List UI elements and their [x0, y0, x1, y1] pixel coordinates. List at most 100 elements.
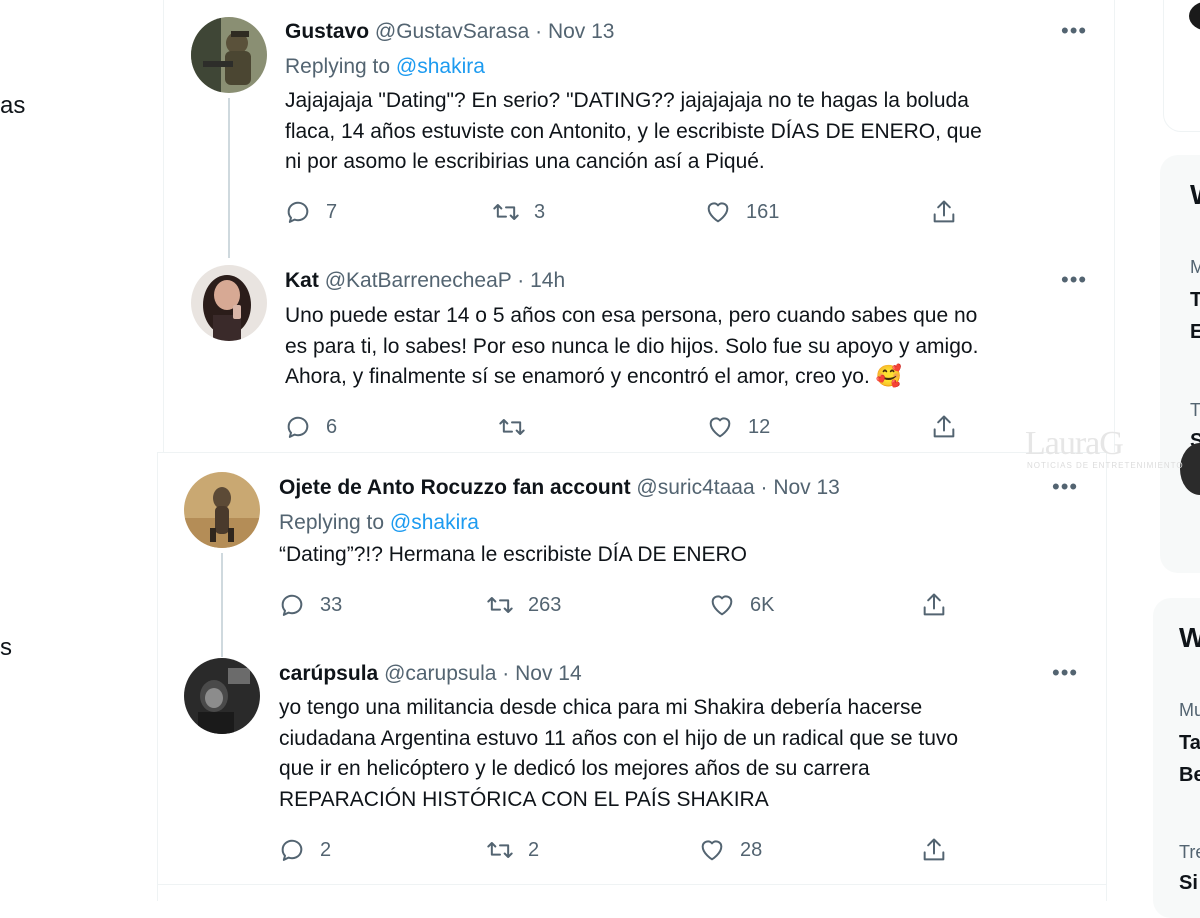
retweet-icon [493, 204, 519, 220]
tweet-text: Uno puede estar 14 o 5 años con esa pers… [285, 304, 979, 388]
reply-button[interactable]: 33 [278, 591, 342, 619]
retweet-icon [487, 597, 513, 613]
tweet-actions: 2 2 28 [278, 836, 1058, 866]
tweet-header: Ojete de Anto Rocuzzo fan account @suric… [279, 475, 840, 501]
card-heading: W [1179, 622, 1200, 653]
display-name[interactable]: carúpsula [279, 662, 378, 685]
reply-count: 2 [320, 838, 332, 861]
replying-to: Replying to @shakira [279, 511, 479, 534]
retweet-icon [499, 419, 525, 435]
tweet-text: yo tengo una militancia desde chica para… [279, 696, 959, 811]
retweet-count: 2 [528, 838, 540, 861]
tweet-timestamp[interactable]: 14h [530, 269, 565, 292]
reply-count: 7 [326, 200, 338, 223]
share-icon [933, 200, 955, 223]
tweet-timestamp[interactable]: Nov 13 [548, 20, 615, 43]
share-button[interactable] [920, 836, 948, 864]
thread-connector [228, 98, 230, 258]
sidebar-card-top [1163, 0, 1200, 132]
left-navigation: as s [0, 0, 160, 900]
avatar[interactable] [1189, 1, 1200, 31]
tweet[interactable]: Ojete de Anto Rocuzzo fan account @suric… [158, 453, 1106, 657]
heart-icon [709, 417, 731, 438]
retweet-button[interactable] [498, 413, 540, 441]
display-name[interactable]: Gustavo [285, 20, 369, 43]
retweet-button[interactable]: 2 [486, 836, 539, 864]
user-handle[interactable]: @suric4taaa [636, 476, 754, 499]
tweet-actions: 33 263 6K [278, 591, 1058, 621]
mention-link[interactable]: @shakira [390, 511, 479, 534]
avatar[interactable] [191, 265, 267, 341]
reply-icon [287, 201, 309, 223]
reply-icon [281, 594, 303, 616]
reply-button[interactable]: 7 [284, 198, 337, 226]
trend-title[interactable]: Be [1179, 764, 1200, 787]
separator-dot: · [517, 269, 525, 292]
display-name[interactable]: Ojete de Anto Rocuzzo fan account [279, 476, 631, 499]
tweet-timestamp[interactable]: Nov 13 [773, 476, 840, 499]
like-button[interactable]: 161 [704, 198, 779, 226]
tweet[interactable]: carúpsula @carupsula · Nov 14 ••• yo ten… [158, 653, 1106, 885]
user-handle[interactable]: @carupsula [384, 662, 496, 685]
like-count: 12 [748, 415, 771, 438]
reply-thread-1: Gustavo @GustavSarasa · Nov 13 ••• Reply… [163, 0, 1115, 452]
user-handle[interactable]: @KatBarrenecheaP [325, 269, 512, 292]
separator-dot: · [760, 476, 768, 499]
share-button[interactable] [930, 413, 958, 441]
heart-icon [711, 595, 733, 616]
trend-title[interactable]: Si [1179, 872, 1198, 895]
like-count: 161 [746, 200, 780, 223]
card-heading: W [1190, 179, 1200, 211]
retweet-button[interactable]: 3 [492, 198, 545, 226]
tweet-header: carúpsula @carupsula · Nov 14 [279, 661, 582, 687]
more-options-icon[interactable]: ••• [1061, 267, 1087, 293]
thread-connector [221, 553, 223, 657]
tweet-header: Kat @KatBarrenecheaP · 14h [285, 268, 565, 294]
tweet[interactable]: Kat @KatBarrenecheaP · 14h ••• Uno puede… [164, 255, 1114, 452]
share-button[interactable] [930, 198, 958, 226]
share-icon [923, 838, 945, 861]
retweet-button[interactable]: 263 [486, 591, 561, 619]
nav-item-fragment[interactable]: as [0, 92, 25, 120]
more-options-icon[interactable]: ••• [1052, 660, 1078, 686]
tweet-timestamp[interactable]: Nov 14 [515, 662, 582, 685]
display-name[interactable]: Kat [285, 269, 319, 292]
like-button[interactable]: 6K [708, 591, 774, 619]
user-handle[interactable]: @GustavSarasa [375, 20, 529, 43]
tweet-actions: 7 3 161 [284, 198, 1064, 228]
avatar[interactable] [191, 17, 267, 93]
watermark-subtext: NOTICIAS DE ENTRETENIMIENTO [1027, 461, 1184, 470]
reply-icon [287, 416, 309, 438]
mention-link[interactable]: @shakira [396, 55, 485, 78]
reply-count: 33 [320, 593, 343, 616]
trends-card: W M T E T S [1160, 155, 1200, 573]
tweet-text: Jajajajaja "Dating"? En serio? "DATING??… [285, 89, 982, 173]
trend-title[interactable]: T [1190, 289, 1200, 312]
trend-title[interactable]: Ta [1179, 732, 1200, 755]
avatar[interactable] [184, 658, 260, 734]
like-button[interactable]: 12 [706, 413, 770, 441]
more-options-icon[interactable]: ••• [1061, 18, 1087, 44]
more-options-icon[interactable]: ••• [1052, 474, 1078, 500]
watermark-logo: LauraG [1025, 425, 1124, 462]
reply-count: 6 [326, 415, 338, 438]
retweet-icon [487, 842, 513, 858]
divider [158, 884, 1106, 885]
share-button[interactable] [920, 591, 948, 619]
nav-item-fragment[interactable]: s [0, 634, 12, 662]
trend-title[interactable]: E [1190, 321, 1200, 344]
separator-dot: · [535, 20, 543, 43]
share-icon [933, 415, 955, 438]
reply-button[interactable]: 2 [278, 836, 331, 864]
heart-icon [701, 840, 723, 861]
reply-button[interactable]: 6 [284, 413, 337, 441]
retweet-count: 263 [528, 593, 562, 616]
separator-dot: · [502, 662, 510, 685]
reply-thread-2: Ojete de Anto Rocuzzo fan account @suric… [157, 452, 1107, 901]
tweet[interactable]: Gustavo @GustavSarasa · Nov 13 ••• Reply… [164, 0, 1114, 258]
avatar[interactable] [184, 472, 260, 548]
trend-label: Tre [1179, 842, 1200, 862]
like-button[interactable]: 28 [698, 836, 762, 864]
like-count: 28 [740, 838, 763, 861]
trend-label: T [1190, 400, 1200, 420]
